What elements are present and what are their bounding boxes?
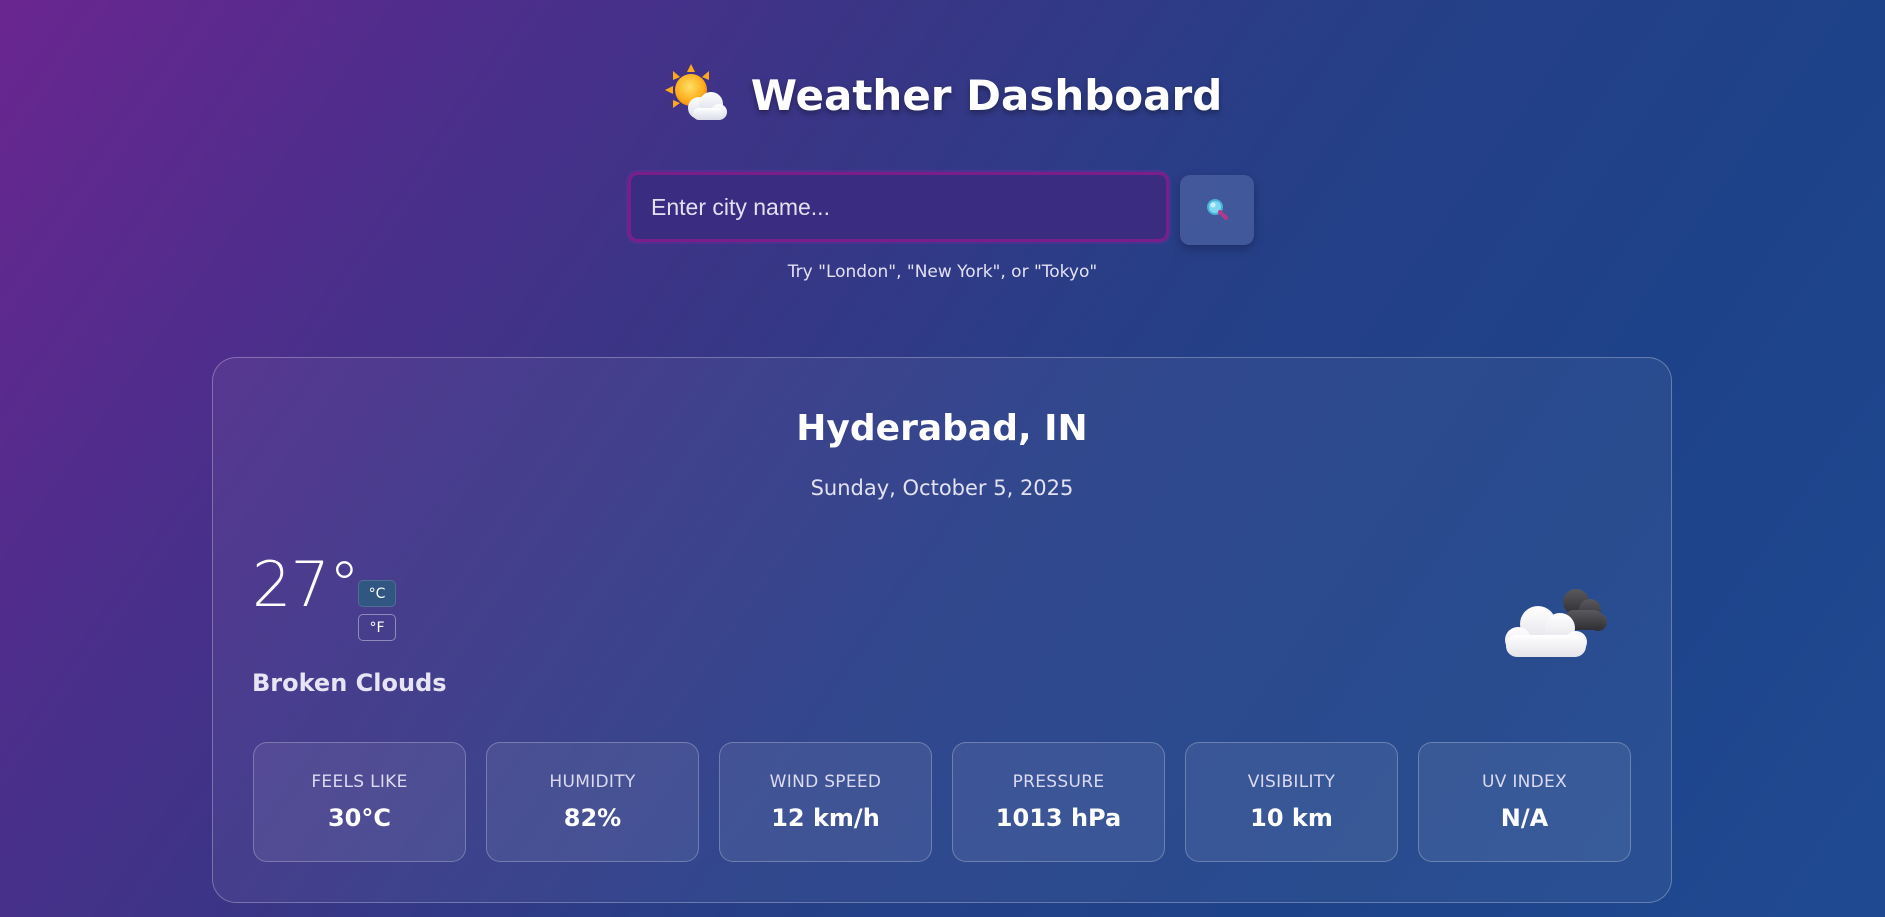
stat-value: N/A	[1500, 804, 1549, 832]
search-button[interactable]	[1180, 175, 1254, 245]
weather-condition: Broken Clouds	[252, 669, 447, 697]
stat-value: 30°C	[327, 804, 391, 832]
city-search-input[interactable]	[628, 172, 1169, 242]
stat-label: HUMIDITY	[549, 772, 636, 792]
stat-label: FEELS LIKE	[311, 772, 408, 792]
stat-value: 10 km	[1250, 804, 1333, 832]
fahrenheit-toggle[interactable]: °F	[358, 614, 396, 641]
stat-value: 82%	[563, 804, 622, 832]
current-date: Sunday, October 5, 2025	[810, 476, 1074, 500]
sun-behind-cloud-icon	[663, 62, 729, 128]
current-weather-card: Hyderabad, IN Sunday, October 5, 2025 27…	[212, 357, 1672, 903]
stat-card-wind-speed: WIND SPEED 12 km/h	[719, 742, 932, 862]
weather-stats: FEELS LIKE 30°C HUMIDITY 82% WIND SPEED …	[253, 742, 1631, 862]
stat-label: PRESSURE	[1012, 772, 1105, 792]
page-title: Weather Dashboard	[750, 70, 1223, 120]
temperature-value: 27°	[252, 548, 360, 621]
stat-card-uv-index: UV INDEX N/A	[1418, 742, 1631, 862]
stat-card-pressure: PRESSURE 1013 hPa	[952, 742, 1165, 862]
search-hint: Try "London", "New York", or "Tokyo"	[787, 262, 1098, 282]
stat-label: UV INDEX	[1481, 772, 1568, 792]
broken-clouds-icon	[1498, 580, 1618, 670]
stat-label: WIND SPEED	[769, 772, 882, 792]
stat-card-feels-like: FEELS LIKE 30°C	[253, 742, 466, 862]
stat-card-humidity: HUMIDITY 82%	[486, 742, 699, 862]
stat-value: 12 km/h	[771, 804, 880, 832]
celsius-toggle[interactable]: °C	[358, 580, 396, 607]
stat-value: 1013 hPa	[995, 804, 1122, 832]
search-bar	[628, 172, 1254, 245]
stat-card-visibility: VISIBILITY 10 km	[1185, 742, 1398, 862]
app-header: Weather Dashboard	[0, 62, 1885, 128]
stat-label: VISIBILITY	[1247, 772, 1336, 792]
magnifying-glass-icon	[1204, 196, 1230, 225]
location-name: Hyderabad, IN	[796, 408, 1088, 449]
